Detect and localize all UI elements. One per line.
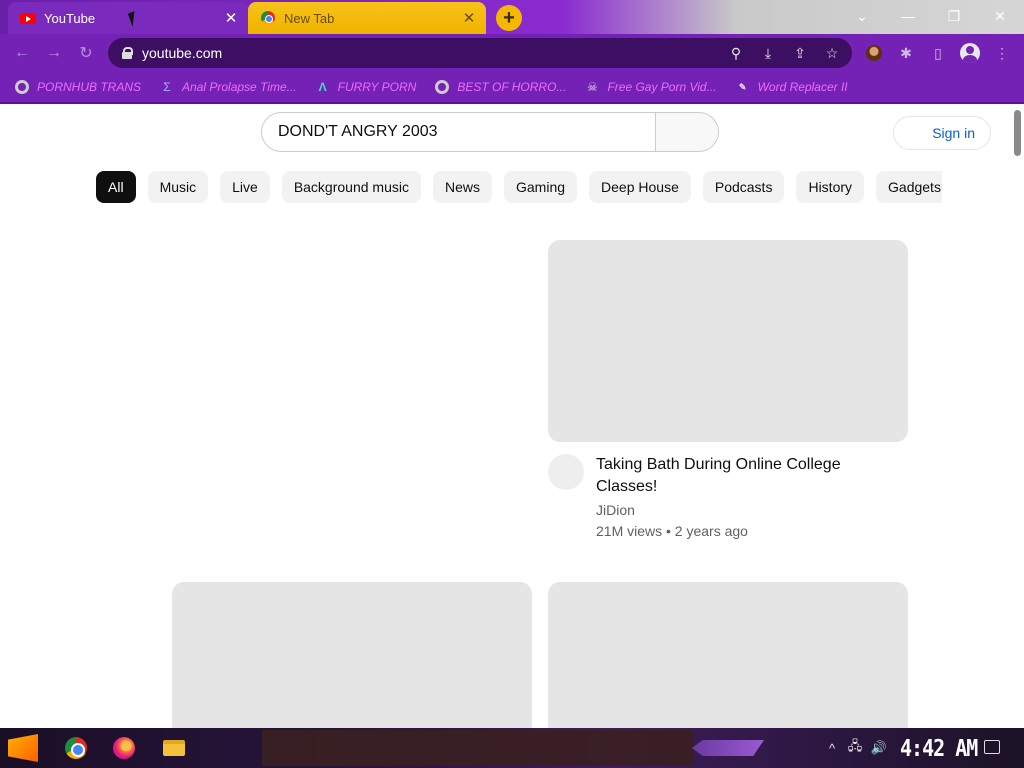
bookmark-label: BEST OF HORRO... — [457, 80, 567, 94]
address-bar[interactable]: youtube.com ⚲ ⤓ ⇪ ☆ — [108, 38, 852, 68]
chip-news[interactable]: News — [432, 171, 492, 203]
install-icon[interactable]: ⤓ — [756, 41, 780, 65]
chip-background-music[interactable]: Background music — [281, 171, 421, 203]
bookmark-label: Free Gay Porn Vid... — [607, 80, 717, 94]
chrome-icon — [260, 10, 276, 26]
chip-all[interactable]: All — [96, 171, 136, 203]
chip-live[interactable]: Live — [220, 171, 270, 203]
chevron-up-icon[interactable]: ^ — [826, 738, 838, 758]
start-icon[interactable] — [8, 734, 38, 762]
bookmark-label: FURRY PORN — [337, 80, 417, 94]
sigma-icon: Σ — [163, 80, 171, 94]
bookmark-item[interactable]: Σ Anal Prolapse Time... — [159, 79, 297, 95]
chip-deep-house[interactable]: Deep House — [589, 171, 691, 203]
close-window-button[interactable]: ✕ — [980, 4, 1020, 28]
tab-strip: YouTube ✕ New Tab ✕ + ⌄ — ❐ ✕ — [0, 0, 1024, 34]
chip-podcasts[interactable]: Podcasts — [702, 171, 785, 203]
chip-gaming[interactable]: Gaming — [504, 171, 578, 203]
chrome-taskbar-icon[interactable] — [62, 734, 90, 762]
firefox-taskbar-icon[interactable] — [110, 734, 138, 762]
wr-icon: ✎ — [738, 81, 747, 92]
tab-youtube[interactable]: YouTube ✕ — [8, 2, 248, 34]
video-meta: 21M views • 2 years ago — [596, 523, 748, 539]
bookmark-item[interactable]: PORNHUB TRANS — [14, 79, 141, 95]
taskbar-decoration — [692, 740, 764, 756]
sign-in-label: Sign in — [932, 125, 975, 141]
lock-icon[interactable] — [122, 47, 133, 59]
chip-music[interactable]: Music — [147, 171, 209, 203]
taskbar: ^ 🖧 🔊 4:42 AM — [0, 728, 1024, 768]
bookmark-label: PORNHUB TRANS — [37, 80, 142, 94]
bookmark-item[interactable]: ✎ Word Replacer II — [735, 79, 848, 95]
video-title[interactable]: Taking Bath During Online College Classe… — [596, 454, 896, 498]
tab-title: New Tab — [284, 10, 335, 26]
tab-new-tab[interactable]: New Tab ✕ — [248, 2, 486, 34]
video-thumbnail[interactable] — [548, 240, 908, 442]
minimize-button[interactable]: — — [888, 4, 928, 28]
search-input[interactable]: DOND'T ANGRY 2003 — [261, 112, 656, 152]
folder-taskbar-icon[interactable] — [160, 734, 188, 762]
account-icon[interactable] — [958, 42, 982, 64]
globe-icon — [14, 79, 30, 95]
side-panel-icon[interactable]: ▯ — [926, 42, 950, 64]
close-icon[interactable]: ✕ — [458, 7, 480, 29]
scroll-thumb[interactable] — [1014, 110, 1021, 156]
filter-chips: All Music Live Background music News Gaming De… — [96, 171, 942, 205]
page-scrollbar[interactable] — [1012, 104, 1024, 728]
bookmark-item[interactable]: Λ FURRY PORN — [315, 79, 417, 95]
menu-icon[interactable]: ⋮ — [990, 42, 1014, 64]
video-thumbnail[interactable] — [172, 582, 532, 728]
star-icon[interactable]: ☆ — [820, 41, 844, 65]
browser-toolbar: ← → ↻ youtube.com ⚲ ⤓ ⇪ ☆ ✱ ▯ ⋮ — [0, 34, 1024, 72]
share-icon[interactable]: ⇪ — [788, 41, 812, 65]
extension-profile-icon[interactable] — [862, 42, 886, 64]
reload-button[interactable]: ↻ — [74, 42, 98, 64]
tab-search-icon[interactable]: ⌄ — [842, 4, 882, 28]
search-button[interactable] — [655, 112, 719, 152]
search-query-text: DOND'T ANGRY 2003 — [278, 123, 438, 140]
skull-icon: ☠ — [587, 80, 598, 94]
forward-button[interactable]: → — [42, 42, 66, 64]
video-thumbnail[interactable] — [548, 582, 908, 728]
taskbar-preview — [262, 730, 694, 766]
network-icon[interactable]: 🖧 — [846, 738, 864, 758]
channel-avatar[interactable] — [548, 454, 584, 490]
new-tab-button[interactable]: + — [496, 5, 522, 31]
bookmark-item[interactable]: BEST OF HORRO... — [434, 79, 566, 95]
search-icon[interactable]: ⚲ — [724, 41, 748, 65]
bookmark-label: Anal Prolapse Time... — [182, 80, 297, 94]
video-channel[interactable]: JiDion — [596, 502, 635, 518]
sign-in-button[interactable]: Sign in — [893, 116, 991, 150]
url-text[interactable]: youtube.com — [142, 45, 724, 61]
bookmarks-bar: PORNHUB TRANS Σ Anal Prolapse Time... Λ … — [0, 72, 1024, 102]
youtube-page: DOND'T ANGRY 2003 Sign in All Music Live Ba… — [0, 104, 1024, 728]
puzzle-icon[interactable]: ✱ — [894, 42, 918, 64]
back-button[interactable]: ← — [10, 42, 34, 64]
volume-icon[interactable]: 🔊 — [870, 738, 888, 758]
notification-icon[interactable] — [984, 740, 1000, 754]
taskbar-clock[interactable]: 4:42 AM — [900, 734, 978, 762]
chip-history[interactable]: History — [796, 171, 865, 203]
close-icon[interactable]: ✕ — [220, 7, 242, 29]
bookmark-item[interactable]: ☠ Free Gay Porn Vid... — [584, 79, 717, 95]
chip-gadgets[interactable]: Gadgets — [876, 171, 942, 203]
youtube-icon — [20, 10, 36, 26]
bookmark-label: Word Replacer II — [757, 80, 848, 94]
restore-button[interactable]: ❐ — [934, 4, 974, 28]
lambda-icon: Λ — [318, 80, 327, 94]
globe-icon — [434, 79, 450, 95]
